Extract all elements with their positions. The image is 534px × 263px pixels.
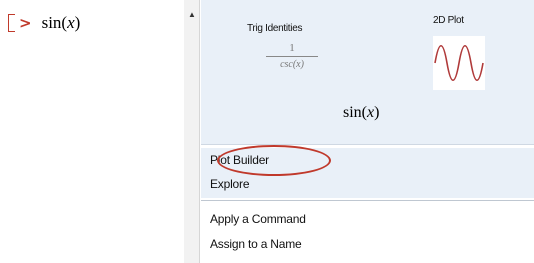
divider [201, 200, 534, 201]
fraction-bar [266, 56, 318, 57]
input-close-paren: ) [74, 13, 81, 32]
math-input-line[interactable]: > sin(x) [8, 12, 80, 34]
context-menu: Trig Identities 1 csc(x) 2D Plot sin(x) … [201, 0, 534, 263]
prompt-arrow-icon: > [19, 13, 32, 32]
divider [201, 144, 534, 145]
menu-item-explore[interactable]: Explore [201, 172, 534, 198]
input-expression[interactable]: sin(x) [42, 13, 81, 33]
sine-curve [434, 44, 484, 82]
menu-item-apply-command[interactable]: Apply a Command [201, 207, 534, 231]
scroll-up-arrow-icon[interactable]: ▲ [184, 10, 200, 20]
plot-thumbnail-svg [434, 44, 484, 82]
input-function-name: sin [41, 13, 62, 32]
menu-item-plot-builder[interactable]: Plot Builder [201, 148, 534, 172]
result-expression: sin(x) [343, 104, 379, 122]
sine-wave-icon[interactable] [433, 36, 485, 90]
plot-preview-label: 2D Plot [433, 15, 464, 26]
scrollbar[interactable]: ▲ [184, 0, 200, 263]
fraction-denominator: csc(x) [280, 59, 304, 70]
smart-popup-preview: Trig Identities 1 csc(x) 2D Plot sin(x) [201, 0, 534, 144]
context-panel: ▲ Trig Identities 1 csc(x) 2D Plot sin(x… [184, 0, 534, 263]
trig-identities-label: Trig Identities [247, 23, 303, 34]
fraction-numerator: 1 [289, 42, 295, 54]
execution-group-bracket-icon [8, 14, 15, 32]
result-close-paren: ) [374, 104, 380, 121]
menu-item-assign-name[interactable]: Assign to a Name [201, 232, 534, 256]
input-variable: x [67, 13, 75, 32]
trig-identity-preview[interactable]: 1 csc(x) [263, 42, 321, 71]
result-function-name: sin [343, 104, 362, 121]
